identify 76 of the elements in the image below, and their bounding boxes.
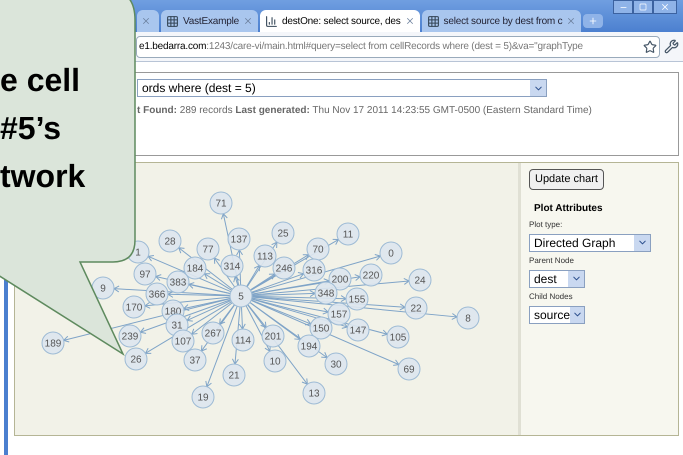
close-icon (660, 2, 670, 12)
close-icon[interactable] (566, 16, 576, 26)
close-icon[interactable] (141, 16, 151, 26)
query-dropdown[interactable]: ords where (dest = 5) (137, 79, 547, 97)
new-tab-button[interactable] (583, 14, 604, 28)
attribute-dropdown[interactable]: dest (529, 270, 585, 288)
graph-node[interactable]: 24 (408, 268, 432, 292)
graph-node[interactable]: 113 (254, 244, 276, 268)
graph-node[interactable]: 19 (192, 386, 214, 408)
star-icon[interactable] (643, 40, 657, 54)
graph-node[interactable]: 220 (360, 264, 382, 286)
attribute-dropdown[interactable]: source (529, 306, 585, 324)
graph-node[interactable]: 11 (336, 222, 360, 246)
close-window-button[interactable] (653, 0, 677, 14)
close-icon[interactable] (242, 16, 253, 26)
graph-node[interactable]: 25 (272, 222, 294, 244)
graph-node[interactable]: 147 (346, 318, 370, 342)
graph-node[interactable]: 107 (172, 330, 194, 352)
chart-icon (264, 14, 278, 28)
graph-node[interactable]: 13 (302, 382, 326, 404)
minimize-button[interactable] (613, 0, 633, 14)
graph-node[interactable]: 26 (124, 348, 148, 370)
maximize-button[interactable] (633, 0, 653, 14)
graph-node[interactable]: 366 (146, 282, 168, 306)
graph-node[interactable]: 114 (232, 328, 254, 352)
graph-node[interactable]: 28 (158, 230, 182, 252)
graph-node[interactable]: 21 (222, 364, 246, 386)
field-label: Plot type: (529, 218, 562, 230)
graph-node[interactable]: 239 (118, 324, 142, 348)
graph-node[interactable]: 5 (230, 284, 252, 308)
graph-node[interactable]: 157 (328, 302, 350, 326)
update-chart-button[interactable]: Update chart (529, 169, 604, 190)
graph-node[interactable]: 69 (398, 358, 420, 380)
address-bar[interactable]: e1.bedarra.com:1243/care-vi/main.html#query=select from cellRecords where (dest = 5)&va="graphType (136, 36, 660, 58)
graph-node[interactable]: 0 (380, 242, 402, 264)
plot-attributes-heading: Plot Attributes (534, 202, 603, 216)
graph-node[interactable]: 105 (386, 326, 410, 348)
graph-node[interactable]: 267 (202, 322, 224, 344)
graph-node[interactable]: 77 (196, 238, 220, 260)
graph-node[interactable]: 246 (272, 256, 296, 280)
field-label: Parent Node (529, 254, 574, 266)
graph-node[interactable]: 316 (302, 258, 326, 282)
graph-node[interactable]: 348 (314, 282, 338, 304)
url-path: :1243/care-vi/main.html#query=select from cellRecords where (dest = 5)&va="graphType (206, 40, 584, 54)
attribute-dropdown[interactable]: Directed Graph (529, 234, 651, 252)
browser-tab[interactable]: VastExample (161, 10, 258, 32)
graph-node[interactable]: 150 (310, 316, 332, 340)
graph-node[interactable]: 71 (210, 192, 232, 214)
callout-text: e cell #5’s twork (0, 61, 86, 196)
query-status: t Found: 289 records Last generated: Thu Nov 17 2011 14:23:55 GMT-0500 (Eastern Standard Time) (137, 104, 593, 118)
graph-node[interactable]: 314 (220, 254, 244, 278)
graph-node[interactable]: 22 (404, 296, 428, 320)
grid-icon (426, 14, 440, 28)
settings-icon[interactable] (664, 39, 679, 54)
graph-node[interactable]: 30 (324, 352, 348, 376)
graph-node[interactable]: 194 (298, 334, 320, 358)
graph-node[interactable]: 10 (264, 350, 286, 372)
browser-tab[interactable]: select source by dest from c (422, 10, 582, 32)
graph-node[interactable]: 383 (166, 270, 190, 294)
plus-icon (588, 16, 598, 26)
field-label: Child Nodes (529, 290, 573, 302)
grid-icon (166, 14, 179, 28)
graph-node[interactable]: 97 (134, 262, 156, 286)
graph-node[interactable]: 37 (184, 348, 206, 372)
graph-node[interactable]: 155 (346, 288, 368, 310)
maximize-icon (639, 3, 647, 11)
close-icon[interactable] (404, 16, 415, 26)
browser-tab[interactable]: destOne: select source, des (260, 10, 420, 32)
graph-node[interactable]: 201 (262, 324, 284, 348)
graph-node[interactable]: 137 (228, 228, 250, 250)
graph-node[interactable]: 70 (306, 238, 330, 260)
graph-node[interactable]: 8 (456, 306, 480, 330)
graph-node[interactable]: 184 (184, 256, 206, 280)
graph-node[interactable]: 189 (42, 332, 64, 354)
url-host: e1.bedarra.com (139, 40, 206, 54)
graph-node[interactable]: 170 (122, 296, 146, 318)
